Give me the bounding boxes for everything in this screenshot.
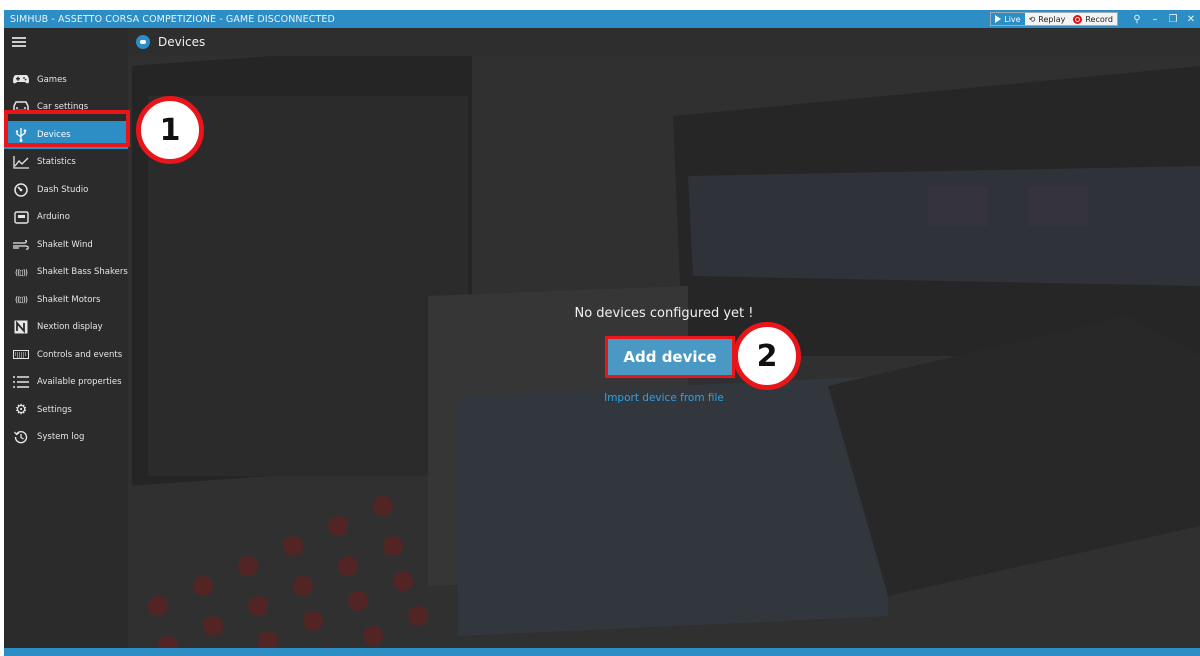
content-header: Devices bbox=[128, 28, 1200, 56]
import-device-link[interactable]: Import device from file bbox=[128, 392, 1200, 404]
pin-icon[interactable]: ⚲ bbox=[1128, 14, 1146, 25]
gear-icon: ⚙ bbox=[14, 401, 28, 418]
sidebar-item-shakeit-motors[interactable]: ((▯)) ShakeIt Motors bbox=[4, 286, 128, 314]
sidebar-item-available-properties[interactable]: Available properties bbox=[4, 369, 128, 397]
playback-controls: Live ⟲ Replay Record bbox=[990, 12, 1118, 26]
sidebar-item-label: Available properties bbox=[37, 377, 122, 388]
sidebar-item-label: Settings bbox=[37, 404, 72, 415]
list-icon bbox=[12, 375, 30, 389]
sidebar-item-label: ShakeIt Bass Shakers bbox=[37, 267, 128, 278]
sidebar-item-label: System log bbox=[37, 432, 85, 443]
empty-state-message: No devices configured yet ! bbox=[574, 306, 754, 321]
status-bar bbox=[4, 648, 1200, 656]
replay-label: Replay bbox=[1038, 14, 1066, 24]
sidebar-item-controls-and-events[interactable]: Controls and events bbox=[4, 341, 128, 369]
sidebar-item-label: Controls and events bbox=[37, 349, 123, 360]
close-button[interactable]: ✕ bbox=[1182, 14, 1200, 25]
record-button[interactable]: Record bbox=[1069, 13, 1117, 25]
restore-button[interactable]: ❐ bbox=[1164, 14, 1182, 25]
keyboard-icon bbox=[12, 348, 30, 362]
sidebar-item-shakeit-bass-shakers[interactable]: ((▯)) ShakeIt Bass Shakers bbox=[4, 259, 128, 287]
gamepad-icon bbox=[12, 73, 30, 87]
gamepad-icon bbox=[136, 35, 150, 49]
step-1-callout: 1 bbox=[136, 96, 204, 164]
wind-icon bbox=[12, 238, 30, 252]
page-title: Devices bbox=[158, 35, 206, 49]
replay-button[interactable]: ⟲ Replay bbox=[1025, 13, 1070, 25]
live-label: Live bbox=[1004, 14, 1021, 24]
board-icon bbox=[12, 210, 30, 224]
gauge-icon bbox=[12, 183, 30, 197]
sidebar-item-shakeit-wind[interactable]: ShakeIt Wind bbox=[4, 231, 128, 259]
minimize-button[interactable]: – bbox=[1146, 14, 1164, 25]
line-chart-icon bbox=[12, 155, 30, 169]
record-label: Record bbox=[1085, 14, 1113, 24]
sidebar-item-statistics[interactable]: Statistics bbox=[4, 149, 128, 177]
sidebar-item-label: Games bbox=[37, 74, 67, 85]
sidebar-item-label: Arduino bbox=[37, 212, 70, 223]
devices-panel: No devices configured yet ! Add device I… bbox=[128, 56, 1200, 648]
sidebar-item-label: Nextion display bbox=[37, 322, 103, 333]
sidebar-item-nextion-display[interactable]: Nextion display bbox=[4, 314, 128, 342]
sidebar-item-label: ShakeIt Wind bbox=[37, 239, 93, 250]
step-2-callout: 2 bbox=[733, 322, 801, 390]
vibration-icon: ((▯)) bbox=[15, 267, 28, 277]
vibration-icon: ((▯)) bbox=[15, 295, 28, 305]
sidebar-item-system-log[interactable]: System log bbox=[4, 424, 128, 452]
sidebar-item-dash-studio[interactable]: Dash Studio bbox=[4, 176, 128, 204]
sidebar-item-label: Dash Studio bbox=[37, 184, 89, 195]
sidebar-item-arduino[interactable]: Arduino bbox=[4, 204, 128, 232]
sidebar-item-label: ShakeIt Motors bbox=[37, 294, 101, 305]
add-device-button[interactable]: Add device bbox=[605, 336, 735, 378]
nextion-icon bbox=[12, 320, 30, 334]
play-icon bbox=[995, 15, 1002, 23]
live-button[interactable]: Live bbox=[991, 13, 1025, 25]
devices-highlight-box bbox=[4, 110, 130, 147]
window-title: SIMHUB - ASSETTO CORSA COMPETIZIONE - GA… bbox=[10, 13, 335, 25]
sidebar-item-label: Statistics bbox=[37, 157, 76, 168]
history-icon bbox=[12, 430, 30, 444]
sidebar-item-games[interactable]: Games bbox=[4, 66, 128, 94]
hamburger-menu-icon[interactable] bbox=[12, 37, 26, 47]
title-bar: SIMHUB - ASSETTO CORSA COMPETIZIONE - GA… bbox=[4, 10, 1200, 28]
sidebar-item-settings[interactable]: ⚙ Settings bbox=[4, 396, 128, 424]
replay-icon: ⟲ bbox=[1028, 14, 1036, 24]
record-icon bbox=[1073, 14, 1083, 24]
